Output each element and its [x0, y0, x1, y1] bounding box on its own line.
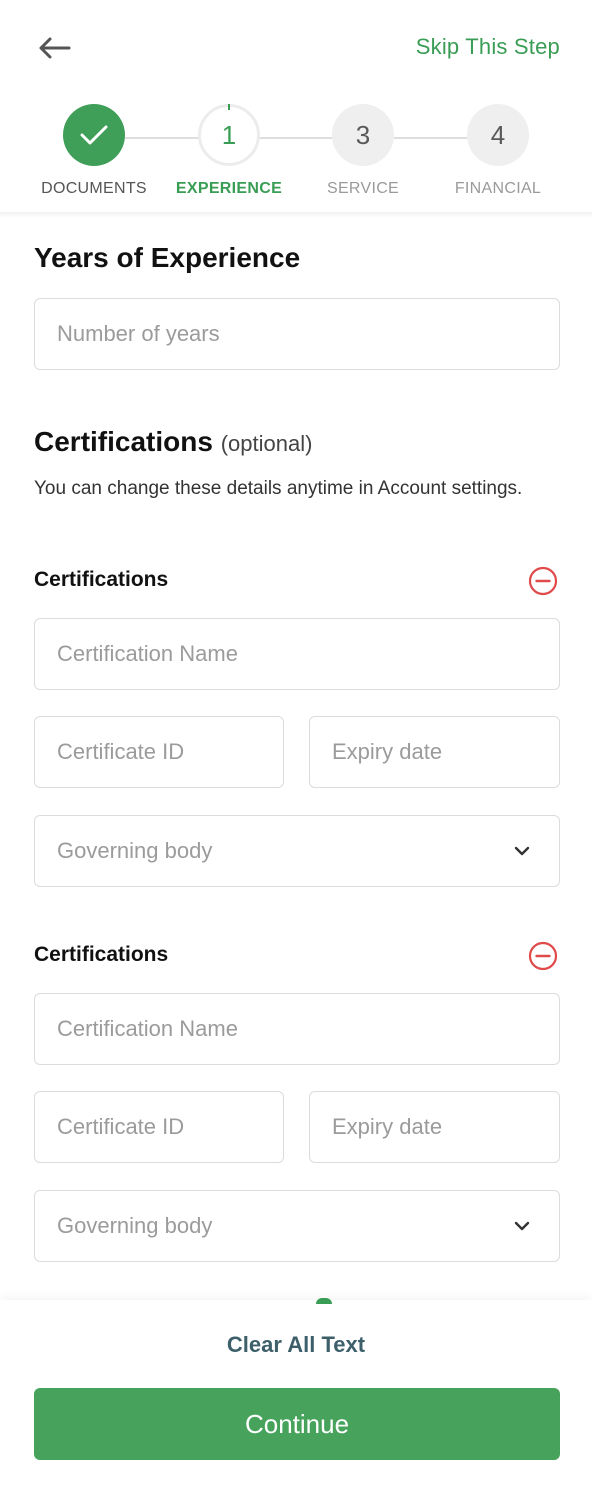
certification-name-input[interactable]: Certification Name — [34, 618, 560, 690]
step-label: FINANCIAL — [454, 180, 542, 197]
certifications-description: You can change these details anytime in … — [34, 478, 523, 499]
certifications-title: Certifications (optional) — [34, 426, 312, 458]
years-experience-title: Years of Experience — [34, 242, 301, 273]
years-input[interactable]: Number of years — [34, 298, 560, 370]
remove-certification-button[interactable] — [528, 566, 558, 596]
expiry-date-input[interactable]: Expiry date — [309, 1091, 560, 1163]
onboarding-experience-screen: Skip This Step DOCUMENTS 1 EXPERIENCE 3 … — [0, 0, 592, 1506]
governing-body-placeholder: Governing body — [57, 838, 213, 863]
certifications-title-text: Certifications — [34, 426, 213, 457]
step-label: SERVICE — [326, 180, 400, 197]
certificate-id-input[interactable]: Certificate ID — [34, 1091, 284, 1163]
divider — [0, 212, 592, 218]
back-button[interactable] — [34, 30, 74, 66]
minus-circle-icon — [528, 941, 558, 971]
governing-body-select[interactable]: Governing body — [34, 1190, 560, 1262]
step-documents[interactable]: DOCUMENTS — [24, 104, 164, 198]
scroll-indicator — [316, 1298, 332, 1304]
expiry-date-input[interactable]: Expiry date — [309, 716, 560, 788]
bottom-action-bar: Clear All Text Continue — [0, 1298, 592, 1506]
governing-body-placeholder: Governing body — [57, 1213, 213, 1238]
step-circle-done — [63, 104, 125, 166]
remove-certification-button[interactable] — [528, 941, 558, 971]
skip-step-link[interactable]: Skip This Step — [416, 34, 560, 60]
progress-stepper: DOCUMENTS 1 EXPERIENCE 3 SERVICE 4 FINAN… — [0, 104, 592, 214]
certification-block-title: Certifications — [34, 568, 169, 591]
governing-body-select[interactable]: Governing body — [34, 815, 560, 887]
step-circle-active: 1 — [198, 104, 260, 166]
certificate-id-input[interactable]: Certificate ID — [34, 716, 284, 788]
step-circle-todo: 3 — [332, 104, 394, 166]
minus-circle-icon — [528, 566, 558, 596]
step-label: DOCUMENTS — [41, 180, 147, 197]
step-circle-todo: 4 — [467, 104, 529, 166]
arrow-left-icon — [39, 37, 71, 59]
certification-block-title: Certifications — [34, 943, 169, 966]
step-financial[interactable]: 4 FINANCIAL — [428, 104, 568, 198]
continue-button[interactable]: Continue — [34, 1388, 560, 1460]
chevron-down-icon — [514, 846, 530, 856]
step-experience[interactable]: 1 EXPERIENCE — [159, 104, 299, 198]
chevron-down-icon — [514, 1221, 530, 1231]
check-icon — [80, 125, 108, 145]
step-label: EXPERIENCE — [175, 180, 283, 197]
optional-label: (optional) — [220, 431, 313, 456]
clear-all-text-button[interactable]: Clear All Text — [0, 1332, 592, 1358]
step-service[interactable]: 3 SERVICE — [293, 104, 433, 198]
certification-name-input[interactable]: Certification Name — [34, 993, 560, 1065]
